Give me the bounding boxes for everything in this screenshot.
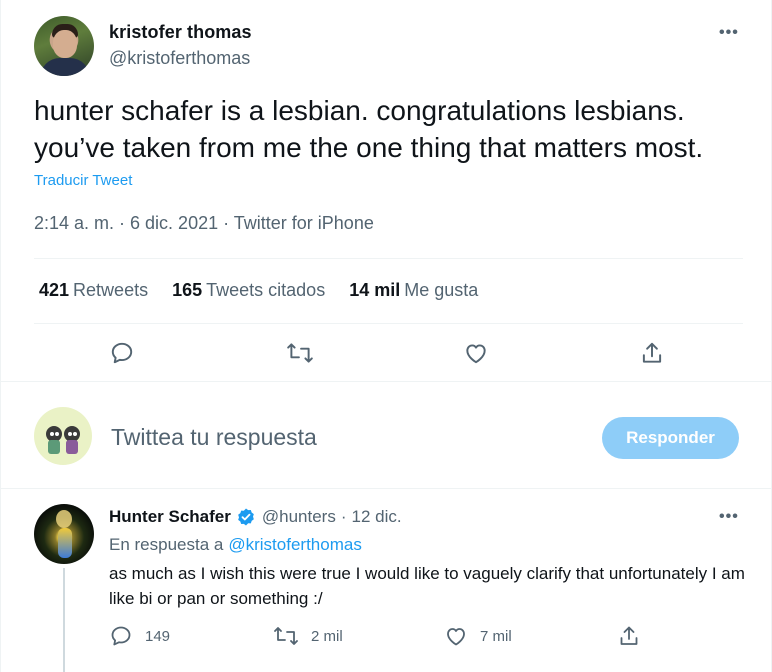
divider [34,323,743,324]
divider [1,381,772,382]
reply-tweet-share-button[interactable] [617,624,641,648]
verified-icon [236,507,256,527]
share-button[interactable] [639,340,665,366]
reply-icon [109,340,135,366]
like-count: 7 mil [480,627,512,645]
retweet-icon [286,340,314,366]
reply-author-avatar[interactable] [34,504,94,564]
divider [34,258,743,259]
more-icon[interactable]: ••• [719,24,739,42]
like-icon [444,624,468,648]
retweet-icon [273,624,299,648]
submit-reply-button[interactable]: Responder [602,417,739,459]
more-icon[interactable]: ••• [719,508,739,526]
in-reply-prefix: En respuesta a [109,535,224,554]
retweet-button[interactable] [286,340,314,366]
tweet-timestamp[interactable]: 2:14 a. m. · 6 dic. 2021 · Twitter for i… [34,213,374,234]
reply-tweet-header: Hunter Schafer @hunters · 12 dic. [109,507,402,527]
tweet-detail-page: kristofer thomas @kristoferthomas ••• hu… [0,0,772,672]
author-avatar[interactable] [34,16,94,76]
tweet-text: hunter schafer is a lesbian. congratulat… [34,95,704,163]
reply-button[interactable] [109,340,135,366]
share-icon [617,624,641,648]
divider [1,488,772,489]
share-icon [639,340,665,366]
quotes-count: 165 [172,280,203,300]
reply-author-handle[interactable]: @hunters [262,507,336,527]
reply-tweet-like-button[interactable]: 7 mil [444,624,512,648]
author-name[interactable]: kristofer thomas [109,22,252,43]
reply-input[interactable]: Twittea tu respuesta [111,424,317,451]
current-user-avatar[interactable] [34,407,92,465]
thread-line [63,568,65,672]
reply-date[interactable]: 12 dic. [352,507,402,527]
like-button[interactable] [463,340,489,366]
quotes-label: Tweets citados [206,280,326,300]
retweets-stat[interactable]: 421 Retweets [39,280,148,301]
likes-stat[interactable]: 14 mil Me gusta [349,280,478,301]
separator: · [340,507,347,526]
translate-tweet-link[interactable]: Traducir Tweet [34,172,132,189]
reply-icon [109,624,133,648]
likes-count: 14 mil [349,280,401,300]
author-handle[interactable]: @kristoferthomas [109,48,250,69]
reply-tweet-text: as much as I wish this were true I would… [109,564,745,608]
quotes-stat[interactable]: 165 Tweets citados [172,280,325,301]
in-reply-mention[interactable]: @kristoferthomas [228,535,361,554]
reply-tweet-retweet-button[interactable]: 2 mil [273,624,343,648]
reply-author-name[interactable]: Hunter Schafer [109,507,231,527]
likes-label: Me gusta [404,280,479,300]
retweets-label: Retweets [73,280,149,300]
reply-tweet-reply-button[interactable]: 149 [109,624,170,648]
tweet-stats: 421 Retweets 165 Tweets citados 14 mil Me g… [39,280,502,301]
retweets-count: 421 [39,280,70,300]
reply-count: 149 [145,627,171,645]
retweet-count: 2 mil [311,627,343,645]
in-reply-to: En respuesta a @kristoferthomas [109,535,362,555]
like-icon [463,340,489,366]
